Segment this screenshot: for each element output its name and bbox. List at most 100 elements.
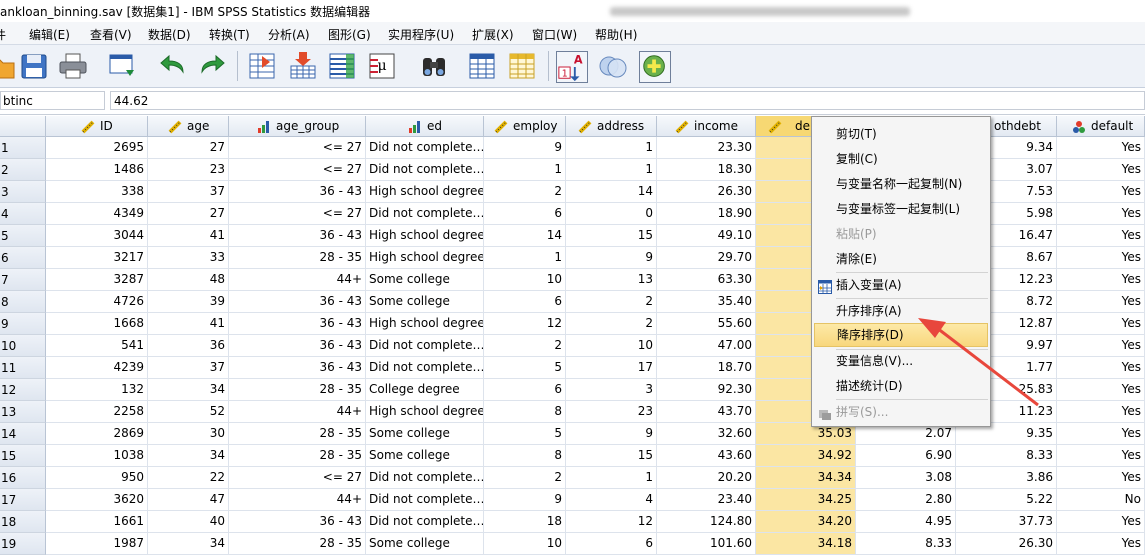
menu-item-cut[interactable]: 剪切(T) — [814, 122, 988, 146]
cell-employ[interactable]: 14 — [484, 225, 566, 247]
cell-ed[interactable]: College degree — [366, 379, 484, 401]
menu-view[interactable]: 查看(V) — [90, 26, 132, 43]
cell-default[interactable]: Yes — [1057, 445, 1145, 467]
menu-item-copy[interactable]: 复制(C) — [814, 147, 988, 171]
row-number[interactable]: 19 — [0, 533, 46, 555]
cell-default[interactable]: Yes — [1057, 533, 1145, 555]
cell-id[interactable]: 1987 — [46, 533, 148, 555]
cell-address[interactable]: 3 — [566, 379, 657, 401]
save-icon[interactable] — [18, 50, 50, 82]
cell-income[interactable]: 63.30 — [657, 269, 756, 291]
cell-default[interactable]: Yes — [1057, 247, 1145, 269]
cell-default[interactable]: Yes — [1057, 181, 1145, 203]
cell-creddebt[interactable]: 2.80 — [856, 489, 956, 511]
cell-income[interactable]: 29.70 — [657, 247, 756, 269]
cell-employ[interactable]: 18 — [484, 511, 566, 533]
cell-income[interactable]: 23.40 — [657, 489, 756, 511]
find-icon[interactable] — [418, 50, 450, 82]
cell-employ[interactable]: 8 — [484, 401, 566, 423]
cell-age[interactable]: 34 — [148, 379, 229, 401]
cell-income[interactable]: 43.60 — [657, 445, 756, 467]
cell-creddebt[interactable]: 4.95 — [856, 511, 956, 533]
cell-age-group[interactable]: <= 27 — [229, 467, 366, 489]
cell-employ[interactable]: 6 — [484, 379, 566, 401]
menu-extensions[interactable]: 扩展(X) — [472, 26, 514, 43]
menu-graphs[interactable]: 图形(G) — [328, 26, 371, 43]
cell-address[interactable]: 23 — [566, 401, 657, 423]
value-labels-icon[interactable]: μ — [366, 50, 398, 82]
cell-ed[interactable]: High school degree — [366, 181, 484, 203]
cell-income[interactable]: 49.10 — [657, 225, 756, 247]
row-number[interactable]: 12 — [0, 379, 46, 401]
row-number[interactable]: 11 — [0, 357, 46, 379]
cell-age[interactable]: 47 — [148, 489, 229, 511]
cell-address[interactable]: 10 — [566, 335, 657, 357]
cell-age-group[interactable]: 28 - 35 — [229, 533, 366, 555]
cell-id[interactable]: 1661 — [46, 511, 148, 533]
redo-icon[interactable] — [196, 50, 228, 82]
cell-age-group[interactable]: 36 - 43 — [229, 313, 366, 335]
column-header-ed[interactable]: ed — [366, 116, 484, 137]
cell-ed[interactable]: High school degree — [366, 247, 484, 269]
cell-ed[interactable]: High school degree — [366, 313, 484, 335]
cell-id[interactable]: 3620 — [46, 489, 148, 511]
column-header-default[interactable]: default — [1057, 116, 1145, 137]
cell-address[interactable]: 14 — [566, 181, 657, 203]
cell-default[interactable]: Yes — [1057, 401, 1145, 423]
menu-item-sort-ascending[interactable]: 升序排序(A) — [814, 299, 988, 323]
cell-address[interactable]: 15 — [566, 445, 657, 467]
cell-age-group[interactable]: 28 - 35 — [229, 445, 366, 467]
row-number[interactable]: 8 — [0, 291, 46, 313]
row-number[interactable]: 9 — [0, 313, 46, 335]
cell-ed[interactable]: Did not complete… — [366, 159, 484, 181]
goto-variable-icon[interactable] — [287, 50, 319, 82]
cell-address[interactable]: 6 — [566, 533, 657, 555]
column-header-id[interactable]: ID — [46, 116, 148, 137]
cell-address[interactable]: 1 — [566, 467, 657, 489]
cell-address[interactable]: 1 — [566, 159, 657, 181]
menu-item-copy-with-names[interactable]: 与变量名称一起复制(N) — [814, 172, 988, 196]
menu-help[interactable]: 帮助(H) — [595, 26, 637, 43]
cell-id[interactable]: 3044 — [46, 225, 148, 247]
cell-id[interactable]: 3217 — [46, 247, 148, 269]
row-number[interactable]: 3 — [0, 181, 46, 203]
cell-address[interactable]: 13 — [566, 269, 657, 291]
cell-id[interactable]: 3287 — [46, 269, 148, 291]
cell-default[interactable]: Yes — [1057, 379, 1145, 401]
cell-ed[interactable]: Did not complete… — [366, 489, 484, 511]
cell-address[interactable]: 9 — [566, 247, 657, 269]
cell-age[interactable]: 40 — [148, 511, 229, 533]
cell-age[interactable]: 52 — [148, 401, 229, 423]
cell-ed[interactable]: Did not complete… — [366, 203, 484, 225]
cell-employ[interactable]: 6 — [484, 203, 566, 225]
cell-name-box[interactable]: btinc — [0, 91, 105, 110]
cell-id[interactable]: 1486 — [46, 159, 148, 181]
row-number[interactable]: 17 — [0, 489, 46, 511]
cell-age[interactable]: 37 — [148, 181, 229, 203]
cell-age[interactable]: 34 — [148, 445, 229, 467]
cell-default[interactable]: Yes — [1057, 269, 1145, 291]
row-number[interactable]: 2 — [0, 159, 46, 181]
cell-default[interactable]: Yes — [1057, 159, 1145, 181]
menu-analyze[interactable]: 分析(A) — [268, 26, 310, 43]
menu-file[interactable]: 件 — [0, 26, 6, 43]
cell-address[interactable]: 9 — [566, 423, 657, 445]
cell-employ[interactable]: 8 — [484, 445, 566, 467]
cell-age-group[interactable]: <= 27 — [229, 203, 366, 225]
cell-income[interactable]: 124.80 — [657, 511, 756, 533]
cell-income[interactable]: 32.60 — [657, 423, 756, 445]
cell-address[interactable]: 0 — [566, 203, 657, 225]
cell-employ[interactable]: 5 — [484, 357, 566, 379]
cell-debtinc[interactable]: 34.18 — [756, 533, 856, 555]
cell-age-group[interactable]: 28 - 35 — [229, 379, 366, 401]
cell-employ[interactable]: 2 — [484, 181, 566, 203]
cell-employ[interactable]: 10 — [484, 269, 566, 291]
select-cases-icon[interactable] — [639, 51, 671, 83]
cell-creddebt[interactable]: 3.08 — [856, 467, 956, 489]
corner-header[interactable] — [0, 116, 46, 137]
cell-id[interactable]: 4349 — [46, 203, 148, 225]
cell-ed[interactable]: Some college — [366, 269, 484, 291]
dialog-recall-icon[interactable] — [106, 50, 138, 82]
menu-transform[interactable]: 转换(T) — [209, 26, 250, 43]
cell-default[interactable]: Yes — [1057, 291, 1145, 313]
